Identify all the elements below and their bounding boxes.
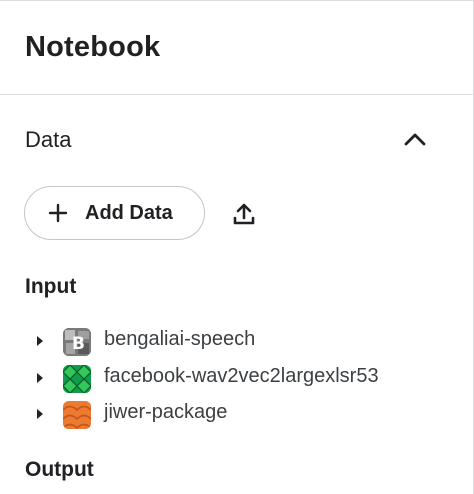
add-data-label: Add Data [85,201,173,224]
upload-icon [233,203,255,225]
plus-icon [47,202,69,224]
input-item-bengaliai-speech[interactable]: B bengaliai-speech [0,324,473,358]
svg-text:B: B [72,334,85,354]
data-section-title: Data [25,127,72,152]
orange-pattern-thumbnail [63,401,91,429]
chevron-up-icon [404,133,426,146]
notebook-side-panel: Notebook Data Add Data Input B bengaliai… [0,0,474,494]
input-item-facebook-wav2vec2[interactable]: facebook-wav2vec2largexlsr53 [0,361,473,395]
input-heading: Input [25,275,77,298]
caret-right-icon[interactable] [35,335,45,347]
upload-button[interactable] [227,197,261,231]
caret-right-icon[interactable] [35,372,45,384]
input-item-jiwer-package[interactable]: jiwer-package [0,397,473,431]
bengali-dataset-thumbnail: B [63,328,91,356]
panel-header: Notebook [0,1,473,95]
panel-title: Notebook [25,31,161,63]
caret-right-icon[interactable] [35,408,45,420]
data-section-header: Data [0,119,473,159]
green-pattern-thumbnail [63,365,91,393]
collapse-data-button[interactable] [399,123,431,155]
add-data-button[interactable]: Add Data [24,186,205,240]
input-item-label: bengaliai-speech [104,328,256,350]
input-item-label: jiwer-package [104,401,228,423]
input-item-label: facebook-wav2vec2largexlsr53 [104,365,379,387]
output-heading: Output [25,458,94,481]
